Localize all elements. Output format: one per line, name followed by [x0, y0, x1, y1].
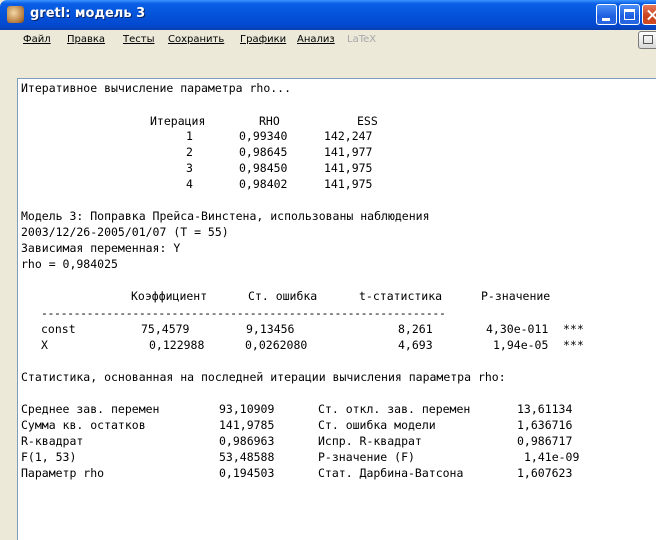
iter-row-num: 3	[186, 161, 193, 175]
iter-row-num: 2	[186, 145, 193, 159]
coef-row-p: 1,94e-05	[493, 338, 549, 352]
separator-line: ----------------------------------------…	[41, 306, 446, 320]
rho-value: rho = 0,984025	[21, 257, 118, 271]
gretl-model-window: gretl: модель 3 Файл Правка Тесты Сохран…	[0, 0, 656, 540]
stat-left-value: 141,9785	[219, 418, 275, 432]
coef-row-stars: ***	[563, 322, 584, 336]
coef-row-coef: 0,122988	[149, 338, 205, 352]
iter-row-num: 4	[186, 177, 193, 191]
coef-row-p: 4,30e-011	[486, 322, 549, 336]
title-bar[interactable]: gretl: модель 3	[0, 0, 656, 30]
stat-right-label: Ст. откл. зав. перемен	[318, 402, 471, 416]
iter-col-iteration: Итерация	[150, 114, 206, 128]
iter-row-ess: 141,975	[324, 161, 373, 175]
iter-row-rho: 0,98645	[239, 145, 288, 159]
menu-save[interactable]: Сохранить	[168, 34, 224, 45]
coef-row-name: const	[41, 322, 76, 336]
iter-col-ess: ESS	[357, 114, 378, 128]
gretl-app-icon[interactable]	[7, 6, 24, 23]
coef-row-se: 0,0262080	[245, 338, 308, 352]
top-margin	[0, 51, 656, 78]
stat-right-label: Стат. Дарбина-Ватсона	[318, 466, 464, 480]
iter-col-rho: RHO	[259, 114, 280, 128]
iter-row-ess: 141,975	[324, 177, 373, 191]
menu-latex: LaTeX	[347, 34, 377, 45]
menu-tests[interactable]: Тесты	[123, 34, 154, 45]
window-toolbar-icon[interactable]	[638, 31, 656, 49]
close-button[interactable]	[642, 4, 656, 25]
stat-right-label: Ст. ошибка модели	[318, 418, 436, 432]
coef-row-stars: ***	[563, 338, 584, 352]
stat-left-value: 53,48588	[219, 450, 275, 464]
menu-edit[interactable]: Правка	[67, 34, 105, 45]
coef-row-coef: 75,4579	[141, 322, 190, 336]
menu-analysis[interactable]: Анализ	[297, 34, 335, 45]
stat-right-value: 1,607623	[517, 466, 573, 480]
stat-right-value: 13,61134	[517, 402, 573, 416]
iter-row-ess: 142,247	[324, 129, 373, 143]
iter-row-num: 1	[186, 129, 193, 143]
menu-file[interactable]: Файл	[23, 34, 51, 45]
window-title: gretl: модель 3	[30, 6, 146, 21]
stat-left-label: F(1, 53)	[21, 450, 77, 464]
sample-range: 2003/12/26-2005/01/07 (T = 55)	[21, 225, 229, 239]
stat-left-label: R-квадрат	[21, 434, 84, 448]
iter-row-rho: 0,99340	[239, 129, 288, 143]
minimize-button[interactable]	[596, 4, 617, 25]
stat-right-value: 1,636716	[517, 418, 573, 432]
model-output-text[interactable]: Итеративное вычисление параметра rho... …	[17, 78, 656, 540]
stat-left-value: 0,986963	[219, 434, 275, 448]
stat-left-value: 93,10909	[219, 402, 275, 416]
model-description: Модель 3: Поправка Прейса-Винстена, испо…	[21, 209, 430, 223]
coef-row-name: X	[41, 338, 48, 352]
stat-right-label: Р-значение (F)	[318, 450, 415, 464]
menu-bar: Файл Правка Тесты Сохранить Графики Анал…	[0, 30, 656, 52]
iter-row-rho: 0,98402	[239, 177, 288, 191]
coef-col-std-error: Ст. ошибка	[248, 289, 318, 303]
stat-left-value: 0,194503	[219, 466, 275, 480]
coef-col-p-value: P-значение	[481, 289, 551, 303]
iteration-header: Итеративное вычисление параметра rho...	[21, 81, 292, 95]
coef-row-se: 9,13456	[246, 322, 295, 336]
stat-left-label: Среднее зав. перемен	[21, 402, 160, 416]
stat-right-value: 1,41e-09	[524, 450, 580, 464]
maximize-button[interactable]	[619, 4, 640, 25]
stat-right-value: 0,986717	[517, 434, 573, 448]
dependent-variable: Зависимая переменная: Y	[21, 241, 181, 255]
left-margin	[0, 51, 17, 540]
iter-row-rho: 0,98450	[239, 161, 288, 175]
stat-left-label: Сумма кв. остатков	[21, 418, 146, 432]
stats-header: Статистика, основанная на последней итер…	[21, 370, 506, 384]
stat-left-label: Параметр rho	[21, 466, 105, 480]
coef-row-t: 4,693	[398, 338, 433, 352]
iter-row-ess: 141,977	[324, 145, 373, 159]
coef-col-t-stat: t-статистика	[359, 289, 443, 303]
coef-col-coefficient: Коэффициент	[131, 289, 208, 303]
coef-row-t: 8,261	[398, 322, 433, 336]
stat-right-label: Испр. R-квадрат	[318, 434, 422, 448]
menu-graphs[interactable]: Графики	[240, 34, 286, 45]
